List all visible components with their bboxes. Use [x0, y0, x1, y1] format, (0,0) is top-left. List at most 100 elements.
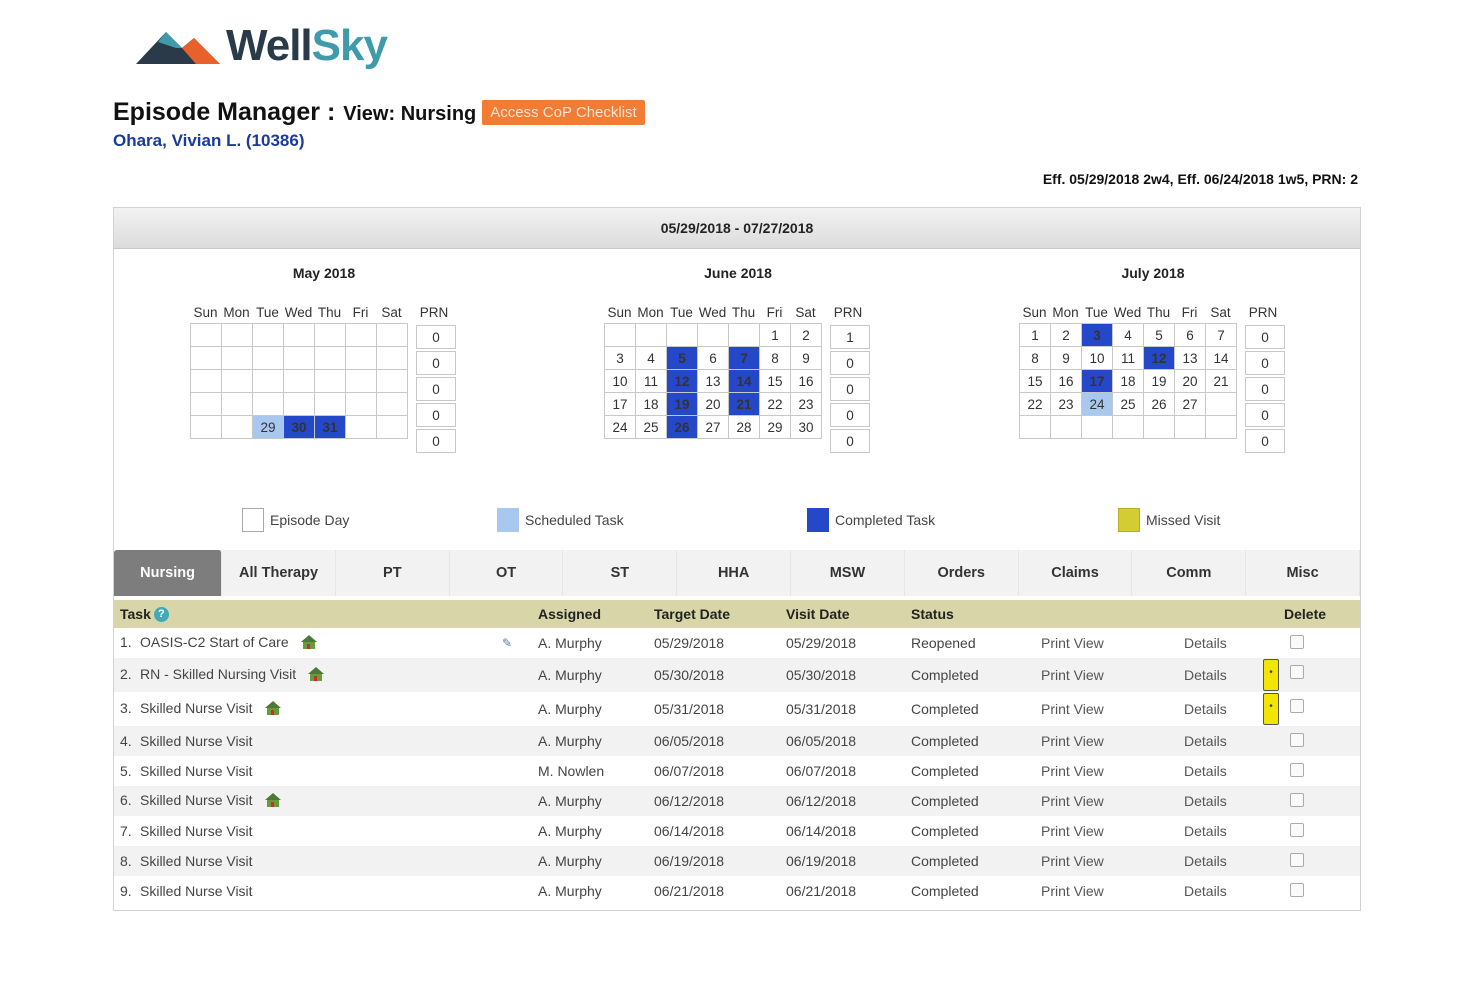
- print-view-link[interactable]: Print View: [1041, 853, 1104, 869]
- calendar-day[interactable]: 5: [1143, 323, 1175, 347]
- calendar-day[interactable]: 21: [1205, 369, 1237, 393]
- calendar-day[interactable]: 9: [790, 346, 822, 370]
- calendar-day[interactable]: 25: [635, 415, 667, 439]
- tab-hha[interactable]: HHA: [677, 550, 792, 596]
- calendar-day[interactable]: 1: [759, 323, 791, 347]
- details-link[interactable]: Details: [1184, 667, 1227, 683]
- task-name-link[interactable]: Skilled Nurse Visit: [140, 823, 253, 839]
- calendar-day[interactable]: 31: [314, 415, 346, 439]
- calendar-day[interactable]: 16: [1050, 369, 1082, 393]
- calendar-day[interactable]: 17: [604, 392, 636, 416]
- calendar-day[interactable]: 4: [1112, 323, 1144, 347]
- task-name-link[interactable]: Skilled Nurse Visit: [140, 700, 253, 716]
- calendar-day[interactable]: 27: [1174, 392, 1206, 416]
- help-icon[interactable]: ?: [153, 607, 169, 623]
- details-link[interactable]: Details: [1184, 733, 1227, 749]
- calendar-day[interactable]: 22: [759, 392, 791, 416]
- details-link[interactable]: Details: [1184, 701, 1227, 717]
- delete-checkbox[interactable]: [1290, 635, 1304, 649]
- tab-ot[interactable]: OT: [450, 550, 564, 596]
- calendar-day[interactable]: 22: [1019, 392, 1051, 416]
- tab-all-therapy[interactable]: All Therapy: [222, 550, 336, 596]
- calendar-day[interactable]: 23: [790, 392, 822, 416]
- calendar-day[interactable]: 24: [1081, 392, 1113, 416]
- sticky-note-icon[interactable]: •: [1263, 693, 1279, 725]
- calendar-day[interactable]: 18: [635, 392, 667, 416]
- task-name-link[interactable]: RN - Skilled Nursing Visit: [140, 666, 296, 682]
- calendar-day[interactable]: 29: [759, 415, 791, 439]
- print-view-link[interactable]: Print View: [1041, 763, 1104, 779]
- print-view-link[interactable]: Print View: [1041, 883, 1104, 899]
- tab-pt[interactable]: PT: [336, 550, 450, 596]
- calendar-day[interactable]: 11: [1112, 346, 1144, 370]
- calendar-day[interactable]: 10: [604, 369, 636, 393]
- calendar-day[interactable]: 15: [759, 369, 791, 393]
- task-name-link[interactable]: OASIS-C2 Start of Care: [140, 634, 289, 650]
- patient-name-link[interactable]: Ohara, Vivian L. (10386): [113, 131, 305, 151]
- calendar-day[interactable]: 5: [666, 346, 698, 370]
- tab-orders[interactable]: Orders: [905, 550, 1019, 596]
- calendar-day[interactable]: 6: [697, 346, 729, 370]
- tab-msw[interactable]: MSW: [791, 550, 905, 596]
- calendar-day[interactable]: 15: [1019, 369, 1051, 393]
- task-name-link[interactable]: Skilled Nurse Visit: [140, 763, 253, 779]
- details-link[interactable]: Details: [1184, 883, 1227, 899]
- access-cop-checklist-button[interactable]: Access CoP Checklist: [482, 100, 645, 125]
- print-view-link[interactable]: Print View: [1041, 793, 1104, 809]
- calendar-day[interactable]: 8: [1019, 346, 1051, 370]
- calendar-day[interactable]: 2: [1050, 323, 1082, 347]
- calendar-day[interactable]: 26: [666, 415, 698, 439]
- calendar-day[interactable]: 19: [1143, 369, 1175, 393]
- task-name-link[interactable]: Skilled Nurse Visit: [140, 792, 253, 808]
- print-view-link[interactable]: Print View: [1041, 635, 1104, 651]
- calendar-day[interactable]: 1: [1019, 323, 1051, 347]
- task-name-link[interactable]: Skilled Nurse Visit: [140, 853, 253, 869]
- calendar-day[interactable]: 14: [1205, 346, 1237, 370]
- calendar-day[interactable]: 6: [1174, 323, 1206, 347]
- sticky-note-icon[interactable]: •: [1263, 659, 1279, 691]
- calendar-day[interactable]: 13: [1174, 346, 1206, 370]
- calendar-day[interactable]: 13: [697, 369, 729, 393]
- print-view-link[interactable]: Print View: [1041, 733, 1104, 749]
- calendar-day[interactable]: 29: [252, 415, 284, 439]
- delete-checkbox[interactable]: [1290, 699, 1304, 713]
- calendar-day[interactable]: 7: [1205, 323, 1237, 347]
- calendar-day[interactable]: 30: [283, 415, 315, 439]
- calendar-day[interactable]: 12: [1143, 346, 1175, 370]
- calendar-day[interactable]: 27: [697, 415, 729, 439]
- calendar-day[interactable]: 16: [790, 369, 822, 393]
- details-link[interactable]: Details: [1184, 853, 1227, 869]
- calendar-day[interactable]: 9: [1050, 346, 1082, 370]
- delete-checkbox[interactable]: [1290, 763, 1304, 777]
- calendar-day[interactable]: 23: [1050, 392, 1082, 416]
- calendar-day[interactable]: 11: [635, 369, 667, 393]
- calendar-day[interactable]: 14: [728, 369, 760, 393]
- calendar-day[interactable]: 20: [697, 392, 729, 416]
- task-name-link[interactable]: Skilled Nurse Visit: [140, 733, 253, 749]
- calendar-day[interactable]: 26: [1143, 392, 1175, 416]
- tab-comm[interactable]: Comm: [1132, 550, 1247, 596]
- print-view-link[interactable]: Print View: [1041, 667, 1104, 683]
- delete-checkbox[interactable]: [1290, 853, 1304, 867]
- calendar-day[interactable]: 30: [790, 415, 822, 439]
- calendar-day[interactable]: 25: [1112, 392, 1144, 416]
- print-view-link[interactable]: Print View: [1041, 823, 1104, 839]
- task-name-link[interactable]: Skilled Nurse Visit: [140, 883, 253, 899]
- calendar-day[interactable]: 18: [1112, 369, 1144, 393]
- calendar-day[interactable]: 12: [666, 369, 698, 393]
- delete-checkbox[interactable]: [1290, 883, 1304, 897]
- tab-nursing[interactable]: Nursing: [114, 550, 223, 596]
- details-link[interactable]: Details: [1184, 823, 1227, 839]
- calendar-day[interactable]: 19: [666, 392, 698, 416]
- calendar-day[interactable]: 10: [1081, 346, 1113, 370]
- details-link[interactable]: Details: [1184, 793, 1227, 809]
- calendar-day[interactable]: 4: [635, 346, 667, 370]
- delete-checkbox[interactable]: [1290, 665, 1304, 679]
- edit-pencil-icon[interactable]: ✎: [502, 636, 512, 650]
- calendar-day[interactable]: 28: [728, 415, 760, 439]
- details-link[interactable]: Details: [1184, 635, 1227, 651]
- delete-checkbox[interactable]: [1290, 823, 1304, 837]
- tab-st[interactable]: ST: [563, 550, 678, 596]
- details-link[interactable]: Details: [1184, 763, 1227, 779]
- delete-checkbox[interactable]: [1290, 793, 1304, 807]
